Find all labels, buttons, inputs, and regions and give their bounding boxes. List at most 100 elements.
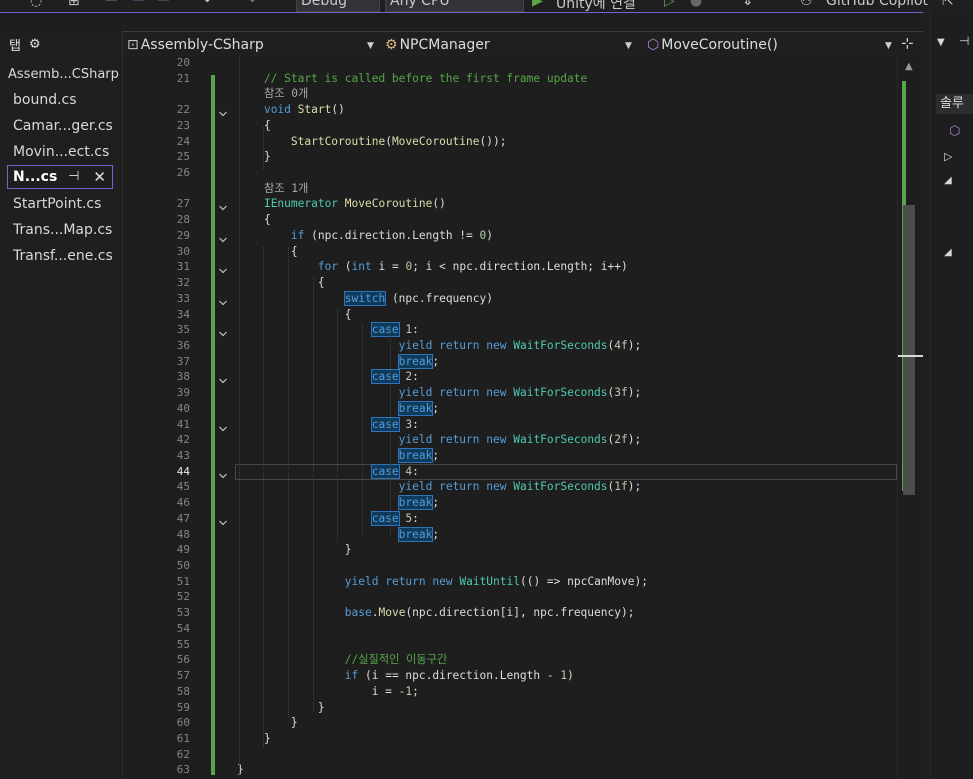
code-editor[interactable]: 20 21 // Start is called before the first… [123, 57, 897, 779]
code-text: 참조 0개 [237, 87, 309, 101]
project-dropdown[interactable]: ⊡ Assembly-CSharp ▼ [127, 32, 380, 58]
line-number: 24 [176, 134, 190, 148]
method-icon: ⬡ [647, 37, 660, 53]
fold-chevron-icon[interactable] [218, 371, 228, 384]
main-toolbar: ◌ ⊞ ▀ ▀ ▀ ↶ ↷ Debug Any CPU ▶ Unity에 연결 … [0, 0, 973, 12]
copilot-icon[interactable]: ⚇ [800, 0, 813, 9]
file-tab-camera-manager[interactable]: Camar...ger.cs [0, 113, 122, 139]
line-number: 21 [176, 71, 190, 85]
run-icon[interactable]: ▶ [532, 0, 543, 9]
line-number: 30 [176, 244, 190, 258]
configuration-select[interactable]: Debug [296, 0, 380, 12]
line-number: 60 [176, 716, 190, 730]
line-number: 39 [176, 386, 190, 400]
stop-icon[interactable]: ● [690, 0, 702, 9]
gear-icon[interactable]: ⚙ [29, 37, 41, 52]
line-number: 31 [176, 260, 190, 274]
line-number: 25 [176, 150, 190, 164]
panel-title: 탭 [9, 38, 21, 54]
fold-chevron-icon[interactable] [218, 466, 228, 479]
file-tab-moving-object[interactable]: Movin...ect.cs [0, 139, 122, 165]
fold-chevron-icon[interactable] [218, 104, 228, 117]
code-text: case 4: [370, 463, 419, 479]
fold-chevron-icon[interactable] [218, 324, 228, 337]
fold-chevron-icon[interactable] [218, 198, 228, 211]
pin-icon[interactable]: ⊣ [959, 34, 969, 48]
line-number: 34 [176, 307, 190, 321]
redo-icon[interactable]: ↷ [244, 0, 256, 9]
expand-arrow-icon[interactable]: ▷ [944, 150, 952, 163]
new-item-icon[interactable]: ⊞ [68, 0, 80, 9]
navigation-bar: ⊡ Assembly-CSharp ▼ ⚙ NPCManager ▼ ⬡ Mov… [123, 31, 923, 58]
right-tool-panel: ▼ ⊣ 솔루 ⬡ ▷ ◢ ◢ [923, 12, 973, 779]
fold-chevron-icon[interactable] [218, 513, 228, 526]
step-icon[interactable]: ⇕ [742, 0, 754, 9]
file-tab-bound[interactable]: bound.cs [0, 87, 122, 113]
code-text: StartCoroutine(MoveCoroutine()); [290, 134, 507, 148]
fold-chevron-icon[interactable] [218, 293, 228, 306]
file-tab-transfer-scene[interactable]: Transf...ene.cs [0, 243, 122, 269]
run-button[interactable]: Unity에 연결 [556, 0, 636, 12]
split-editor-icon[interactable]: ⊹ [901, 34, 914, 52]
solution-explorer-tab[interactable]: 솔루 [936, 94, 973, 114]
code-text: break; [397, 448, 440, 463]
code-text: if (npc.direction.Length != 0) [290, 228, 493, 242]
start-without-debug-icon[interactable]: ▷ [664, 0, 675, 9]
panel-header: 탭 ⚙ [0, 31, 122, 57]
dropdown-icon[interactable]: ▼ [937, 37, 945, 48]
fold-chevron-icon[interactable] [218, 419, 228, 431]
fold-chevron-icon[interactable] [218, 230, 228, 243]
code-text: break; [397, 400, 440, 416]
file-tab-transfer-map[interactable]: Trans...Map.cs [0, 217, 122, 243]
line-number: 52 [176, 590, 190, 604]
line-number: 20 [176, 57, 190, 69]
class-icon: ⚙ [385, 37, 398, 53]
scroll-thumb[interactable] [903, 205, 915, 495]
platform-select[interactable]: Any CPU [385, 0, 524, 12]
save-icon[interactable]: ▀ [133, 0, 144, 9]
collapse-arrow-icon[interactable]: ◢ [944, 247, 952, 258]
code-text: } [237, 716, 298, 730]
indent-guide [390, 325, 391, 535]
code-text: case 3: [370, 416, 419, 432]
pin-icon[interactable]: ⊣ [68, 166, 79, 188]
code-text: 참조 1개 [237, 181, 309, 195]
indent-guide [263, 247, 264, 747]
undo-icon[interactable]: ↶ [204, 0, 216, 9]
fold-chevron-icon[interactable] [218, 261, 228, 274]
file-tab-npc-manager[interactable]: N...cs ⊣ ✕ [7, 165, 113, 189]
code-text: // Start is called before the first fram… [237, 71, 588, 85]
indent-guide [288, 247, 289, 717]
line-number: 23 [176, 118, 190, 132]
copilot-button[interactable]: GitHub Copilot [826, 0, 928, 9]
solution-icon[interactable]: ⬡ [949, 124, 960, 139]
line-number: 38 [176, 370, 190, 384]
line-number: 50 [176, 559, 190, 573]
member-dropdown-label: MoveCoroutine() [661, 37, 778, 53]
back-icon[interactable]: ◌ [30, 0, 42, 9]
code-text: } [237, 543, 352, 557]
vertical-scrollbar[interactable]: ▲ [897, 57, 924, 779]
collapse-arrow-icon[interactable]: ◢ [944, 175, 952, 186]
platform-value: Any CPU [390, 0, 450, 9]
file-tab-panel: 탭 ⚙ Assemb...CSharp bound.cs Camar...ger… [0, 31, 123, 779]
line-number: 37 [176, 354, 190, 368]
share-icon[interactable]: ⇱ [942, 0, 954, 9]
class-dropdown[interactable]: ⚙ NPCManager ▼ [385, 32, 637, 58]
close-icon[interactable]: ✕ [93, 166, 106, 188]
code-text: case 2: [370, 369, 419, 385]
member-dropdown[interactable]: ⬡ MoveCoroutine() ▼ [647, 32, 895, 58]
open-folder-icon[interactable]: ▀ [106, 0, 117, 9]
line-number: 55 [176, 637, 190, 651]
indent-guide [337, 309, 338, 542]
save-all-icon[interactable]: ▀ [158, 0, 169, 9]
code-text: } [237, 731, 271, 745]
line-number: 33 [176, 291, 190, 305]
line-number: 41 [176, 417, 190, 431]
line-number: 28 [176, 213, 190, 227]
line-number: 63 [176, 763, 190, 777]
scroll-up-icon[interactable]: ▲ [905, 61, 913, 72]
project-group[interactable]: Assemb...CSharp [0, 57, 122, 85]
file-tab-start-point[interactable]: StartPoint.cs [0, 191, 122, 217]
line-number: 40 [176, 401, 190, 415]
